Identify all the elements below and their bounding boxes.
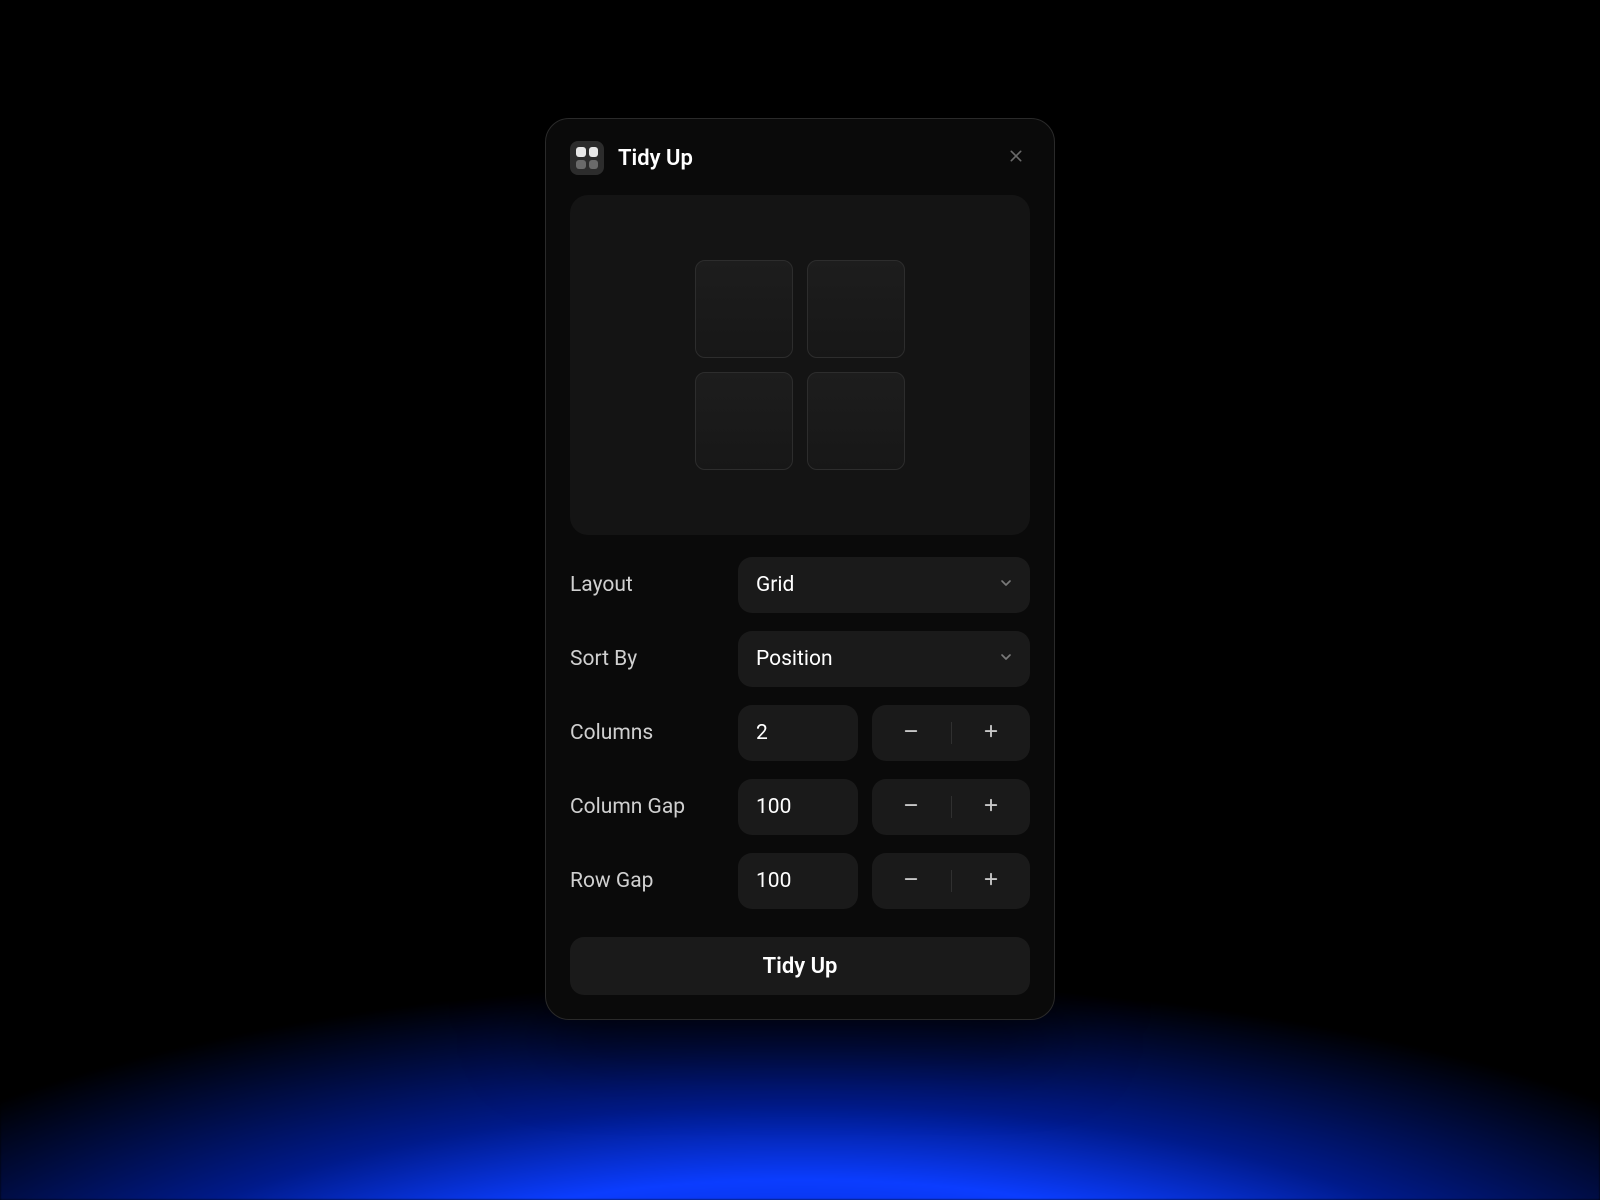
tidy-up-button[interactable]: Tidy Up: [570, 937, 1030, 995]
column-gap-increment-button[interactable]: [952, 779, 1031, 835]
minus-icon: [902, 796, 920, 818]
close-icon: [1008, 148, 1024, 168]
columns-label: Columns: [570, 721, 724, 745]
layout-select[interactable]: Grid: [738, 557, 1030, 613]
plus-icon: [982, 722, 1000, 744]
column-gap-input[interactable]: 100: [738, 779, 858, 835]
row-gap-row: Row Gap 100: [570, 853, 1030, 909]
row-gap-value: 100: [756, 869, 791, 893]
tidy-up-panel: Tidy Up Layout Grid Sort By: [545, 118, 1055, 1020]
chevron-down-icon: [998, 573, 1014, 597]
column-gap-stepper: [872, 779, 1030, 835]
row-gap-stepper: [872, 853, 1030, 909]
column-gap-decrement-button[interactable]: [872, 779, 951, 835]
columns-input[interactable]: 2: [738, 705, 858, 761]
columns-decrement-button[interactable]: [872, 705, 951, 761]
close-button[interactable]: [1002, 144, 1030, 172]
column-gap-row: Column Gap 100: [570, 779, 1030, 835]
sortby-value: Position: [756, 647, 833, 671]
layout-value: Grid: [756, 573, 794, 597]
sortby-select[interactable]: Position: [738, 631, 1030, 687]
row-gap-input[interactable]: 100: [738, 853, 858, 909]
row-gap-label: Row Gap: [570, 869, 724, 893]
preview-cell: [807, 372, 905, 470]
chevron-down-icon: [998, 647, 1014, 671]
layout-label: Layout: [570, 573, 724, 597]
sortby-row: Sort By Position: [570, 631, 1030, 687]
minus-icon: [902, 722, 920, 744]
columns-value: 2: [756, 721, 768, 745]
sortby-label: Sort By: [570, 647, 724, 671]
minus-icon: [902, 870, 920, 892]
row-gap-decrement-button[interactable]: [872, 853, 951, 909]
column-gap-label: Column Gap: [570, 795, 724, 819]
columns-row: Columns 2: [570, 705, 1030, 761]
layout-preview: [570, 195, 1030, 535]
row-gap-increment-button[interactable]: [952, 853, 1031, 909]
panel-title: Tidy Up: [618, 146, 988, 171]
plus-icon: [982, 870, 1000, 892]
plus-icon: [982, 796, 1000, 818]
preview-cell: [695, 260, 793, 358]
column-gap-value: 100: [756, 795, 791, 819]
tidy-up-button-label: Tidy Up: [763, 954, 838, 979]
columns-stepper: [872, 705, 1030, 761]
grid-app-icon: [570, 141, 604, 175]
preview-cell: [695, 372, 793, 470]
controls: Layout Grid Sort By Position Columns 2: [570, 557, 1030, 995]
layout-row: Layout Grid: [570, 557, 1030, 613]
panel-header: Tidy Up: [570, 141, 1030, 175]
columns-increment-button[interactable]: [952, 705, 1031, 761]
preview-grid: [695, 260, 905, 470]
preview-cell: [807, 260, 905, 358]
